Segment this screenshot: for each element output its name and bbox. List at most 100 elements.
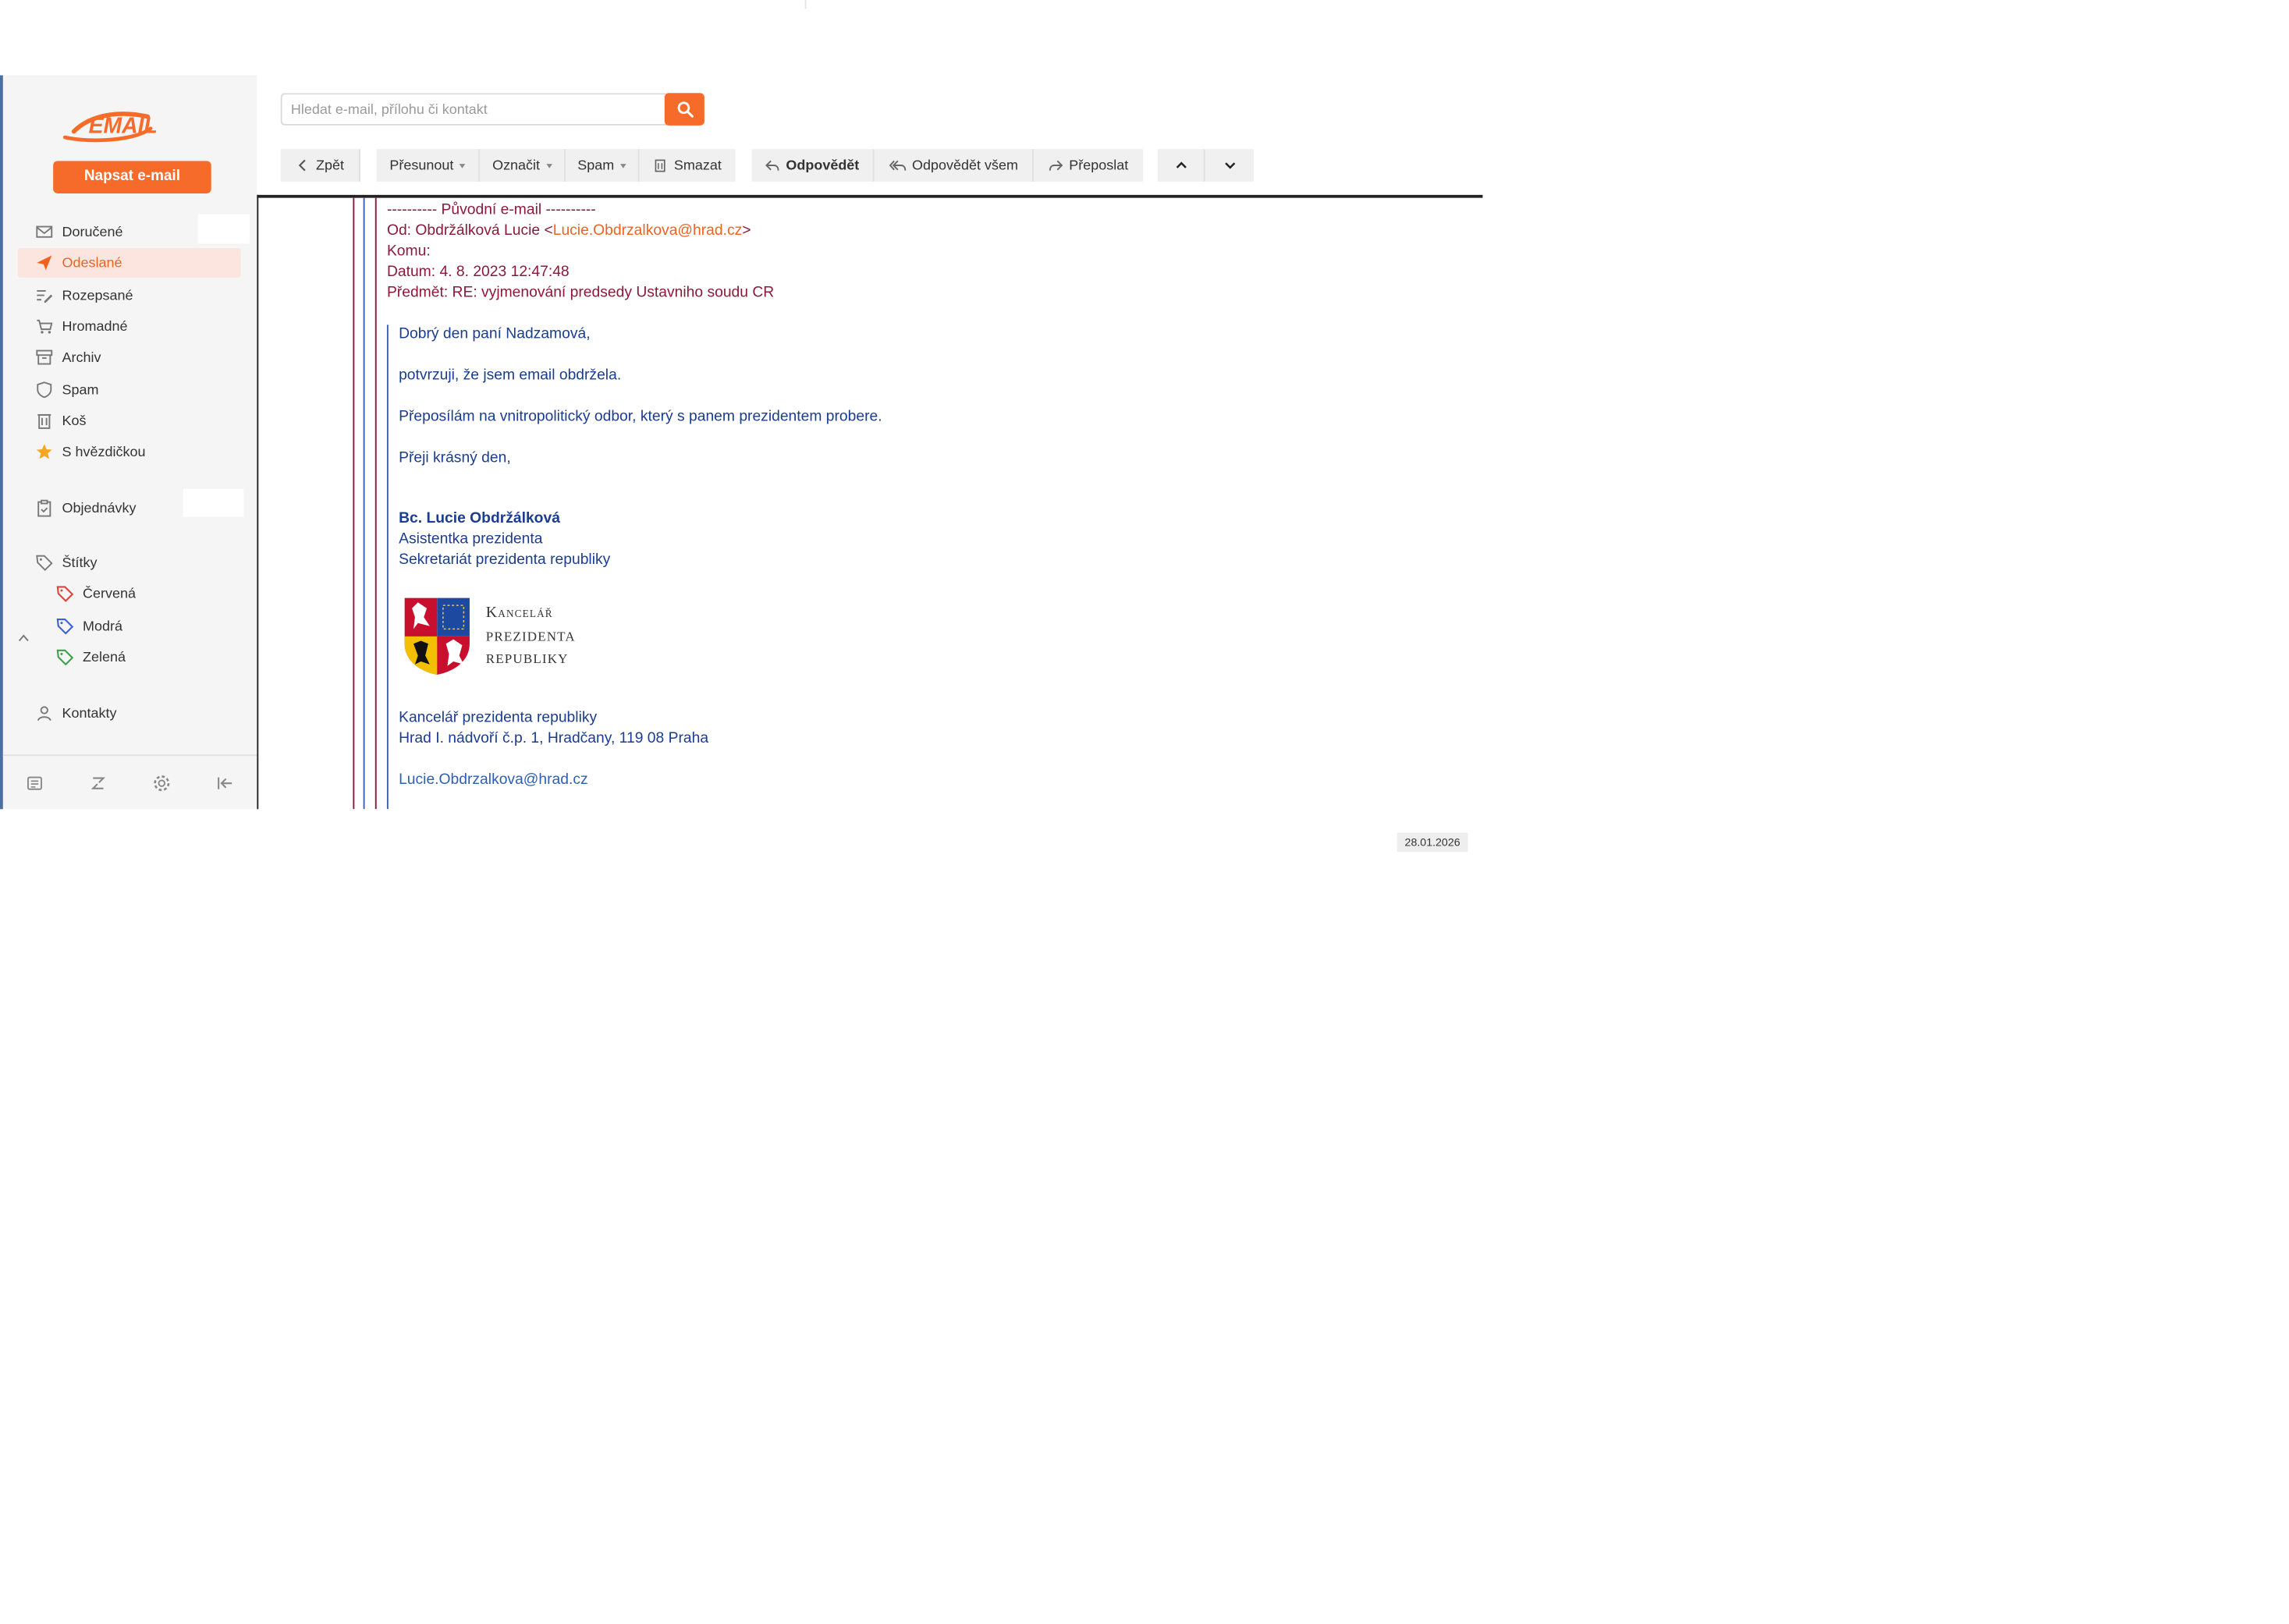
from-prefix: Od: Obdržálková Lucie < (386, 222, 553, 239)
draft-icon (37, 289, 53, 303)
sidebar-item-label: Doručené (62, 223, 123, 240)
sidebar-item-label: Červená (83, 585, 136, 602)
kpr-line: prezidenta (485, 628, 576, 644)
sidebar-item-contacts[interactable]: Kontakty (18, 698, 241, 728)
next-message-button[interactable] (1205, 149, 1255, 182)
sidebar-item-spam[interactable]: Spam (18, 375, 241, 405)
reply-all-label: Odpovědět všem (912, 157, 1018, 174)
person-icon (37, 706, 51, 722)
signature-name: Bc. Lucie Obdržálková (399, 510, 560, 527)
mark-button[interactable]: Označit (480, 149, 566, 182)
caret-down-icon (459, 163, 466, 168)
sidebar-item-label: S hvězdičkou (62, 443, 146, 460)
sidebar-item-label: Zelená (83, 648, 126, 665)
logo-text: EMAIL (89, 113, 158, 138)
sidebar-item-starred[interactable]: S hvězdičkou (18, 437, 241, 466)
spam-button[interactable]: Spam (565, 149, 640, 182)
signature-email-link[interactable]: Lucie.Obdrzalkova@hrad.cz (399, 771, 588, 792)
paper-plane-icon (37, 255, 52, 271)
red-tag-icon (56, 586, 74, 602)
sidebar-label-blue[interactable]: Modrá (18, 612, 241, 641)
back-label: Zpět (316, 157, 345, 174)
sidebar-item-label: Štítky (62, 554, 98, 571)
message-body: ---------- Původní e-mail ---------- Od:… (257, 194, 1483, 810)
move-label: Přesunout (389, 157, 454, 174)
sidebar-label-green[interactable]: Zelená (18, 642, 241, 672)
search-icon (676, 101, 693, 118)
gear-icon[interactable] (152, 773, 172, 792)
sidebar-item-bulk[interactable]: Hromadné (18, 311, 241, 341)
from-email-link[interactable]: Lucie.Obdrzalkova@hrad.cz (553, 223, 743, 239)
green-tag-icon (56, 649, 74, 666)
sidebar-item-trash[interactable]: Koš (18, 406, 241, 436)
sidebar-item-orders[interactable]: Objednávky (18, 493, 241, 523)
chevron-down-icon (1224, 162, 1235, 169)
collapse-sidebar-icon[interactable] (215, 773, 235, 792)
sidebar-item-label: Modrá (83, 618, 122, 635)
mark-label: Označit (492, 157, 541, 174)
blue-tag-icon (56, 619, 74, 635)
state-coat-of-arms-icon (403, 596, 471, 676)
signature-title: Asistentka prezidenta (399, 531, 543, 548)
clipboard-icon (37, 499, 51, 517)
delete-button[interactable]: Smazat (639, 149, 736, 182)
sidebar-labels-header[interactable]: Štítky (18, 548, 241, 577)
greeting: Dobrý den paní Nadzamová, (399, 326, 591, 343)
email-logo[interactable]: EMAIL (62, 102, 210, 147)
date-badge: 28.01.2026 (1396, 832, 1468, 853)
trash-icon (37, 413, 51, 429)
to-line: Komu: (386, 243, 431, 261)
sidebar-item-label: Odeslané (62, 254, 122, 271)
quote-line (353, 197, 355, 810)
envelope-icon (36, 225, 53, 238)
signature-department: Sekretariát prezidenta republiky (399, 551, 611, 569)
tag-icon (36, 555, 53, 571)
chevron-left-icon (298, 159, 306, 172)
sidebar-item-label: Spam (62, 381, 99, 399)
cart-icon (37, 319, 53, 334)
quote-line (374, 197, 377, 810)
search-input[interactable] (280, 93, 668, 126)
sidebar-item-archive[interactable]: Archiv (18, 342, 241, 372)
previous-message-button[interactable] (1158, 149, 1205, 182)
body-line: Přeposílám na vnitropolitický odbor, kte… (399, 409, 882, 426)
sidebar-label-red[interactable]: Červená (18, 579, 241, 608)
spam-label: Spam (577, 157, 615, 174)
address: Hrad I. nádvoří č.p. 1, Hradčany, 119 08… (399, 730, 709, 747)
move-button[interactable]: Přesunout (376, 149, 481, 182)
kpr-line: Kancelář (485, 605, 553, 622)
reply-icon (765, 160, 779, 171)
caret-down-icon (545, 163, 552, 168)
archive-icon (36, 349, 53, 365)
date-line: Datum: 4. 8. 2023 12:47:48 (386, 264, 570, 281)
caret-down-icon (619, 163, 626, 168)
sidebar: EMAIL Napsat e-mail Doručené Odeslané Ro… (0, 75, 257, 810)
reply-label: Odpovědět (786, 157, 860, 174)
sidebar-footer (2, 754, 257, 809)
swap-icon[interactable] (89, 773, 108, 792)
reply-button[interactable]: Odpovědět (751, 149, 875, 182)
from-line: Od: Obdržálková Lucie <Lucie.Obdrzalkova… (387, 222, 751, 243)
sidebar-item-inbox[interactable]: Doručené (18, 217, 241, 246)
back-button[interactable]: Zpět (280, 149, 360, 182)
sidebar-item-label: Rozepsané (62, 287, 133, 303)
chevron-up-icon (1175, 161, 1186, 168)
quote-line (386, 324, 389, 810)
from-suffix: > (742, 222, 751, 239)
sidebar-item-label: Kontakty (62, 704, 117, 722)
newspaper-icon[interactable] (25, 773, 44, 792)
forward-label: Přeposlat (1069, 157, 1129, 174)
forward-button[interactable]: Přeposlat (1034, 149, 1144, 182)
organization: Kancelář prezidenta republiky (399, 710, 598, 727)
compose-button[interactable]: Napsat e-mail (53, 161, 211, 193)
closing: Přeji krásný den, (399, 450, 511, 467)
kpr-logo-text: Kancelář prezidenta republiky (486, 602, 576, 671)
top-divider (804, 0, 807, 9)
reply-all-button[interactable]: Odpovědět všem (874, 149, 1034, 182)
sidebar-item-label: Archiv (62, 349, 101, 366)
subject-line: Předmět: RE: vyjmenování predsedy Ustavn… (386, 285, 775, 302)
sidebar-item-label: Hromadné (62, 317, 128, 335)
search-button[interactable] (664, 93, 704, 126)
sidebar-item-drafts[interactable]: Rozepsané (18, 281, 241, 310)
sidebar-item-sent[interactable]: Odeslané (17, 248, 241, 278)
